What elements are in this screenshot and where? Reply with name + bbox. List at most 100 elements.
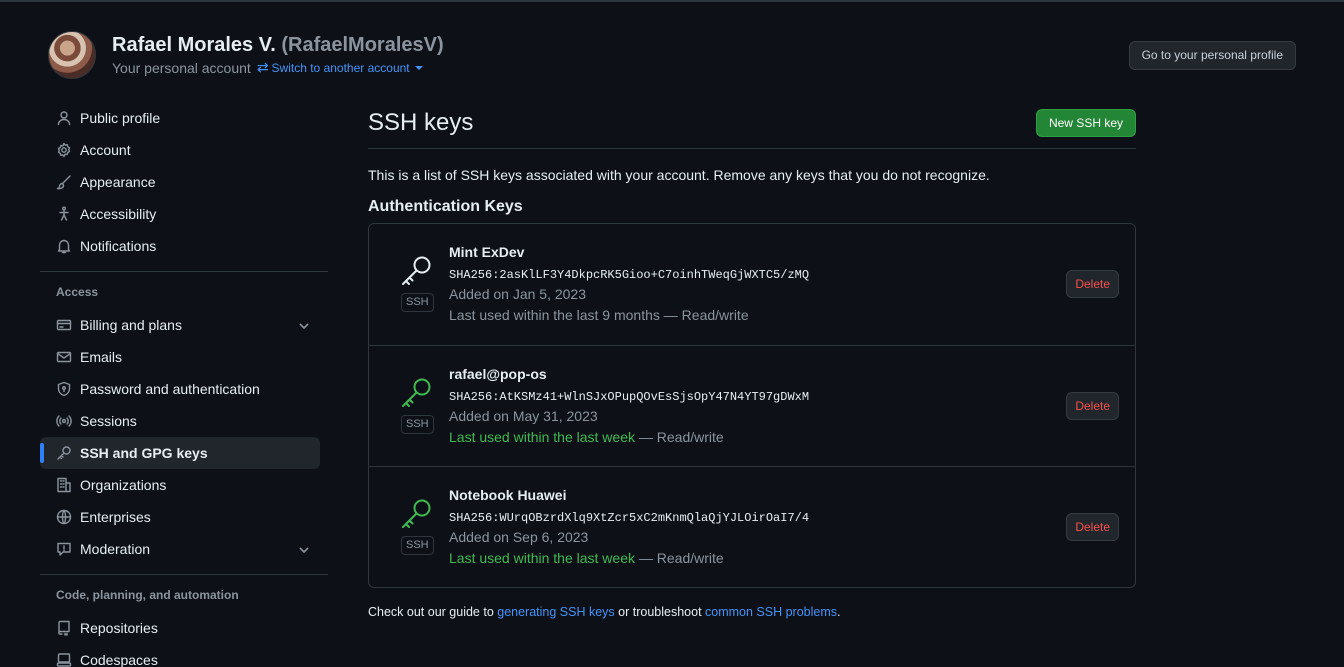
sidebar-item-enterprises[interactable]: Enterprises — [40, 501, 328, 533]
sidebar-item-billing[interactable]: Billing and plans — [40, 309, 328, 341]
broadcast-icon — [56, 413, 72, 429]
sidebar-item-label: Sessions — [80, 413, 137, 429]
sidebar-item-label: Accessibility — [80, 206, 157, 222]
new-ssh-key-button[interactable]: New SSH key — [1035, 109, 1136, 137]
switch-account-label: Switch to another account — [271, 60, 410, 75]
sidebar-divider — [40, 574, 328, 575]
title-divider — [368, 148, 1136, 149]
settings-sidebar: Public profile Account Appearance Access… — [40, 102, 328, 667]
user-full-name: Rafael Morales V. — [112, 34, 276, 56]
shield-lock-icon — [56, 381, 72, 397]
delete-key-button[interactable]: Delete — [1066, 392, 1119, 420]
sidebar-item-accessibility[interactable]: Accessibility — [40, 198, 328, 230]
sidebar-item-label: Repositories — [80, 620, 158, 636]
key-fingerprint: SHA256:2asKlLF3Y4DkpcRK5Gioo+C7oinhTWeqG… — [449, 268, 810, 282]
sidebar-item-moderation[interactable]: Moderation — [40, 533, 328, 565]
sidebar-item-label: Emails — [80, 349, 123, 365]
go-to-profile-button[interactable]: Go to your personal profile — [1128, 41, 1296, 70]
sidebar-item-repositories[interactable]: Repositories — [40, 612, 328, 644]
common-ssh-problems-link[interactable]: common SSH problems — [705, 605, 837, 619]
account-header: Rafael Morales V. (RafaelMoralesV) Your … — [48, 31, 1296, 81]
key-fingerprint: SHA256:AtKSMz41+WlnSJxOPupQOvEsSjsOpY47N… — [449, 390, 810, 404]
sidebar-divider — [40, 271, 328, 272]
sidebar-item-ssh-gpg-keys[interactable]: SSH and GPG keys — [40, 437, 320, 469]
account-type-label: Your personal account — [112, 59, 251, 76]
globe-icon — [56, 509, 72, 525]
mail-icon — [56, 349, 72, 365]
sidebar-item-label: Enterprises — [80, 509, 151, 525]
access-level: — Read/write — [635, 550, 724, 566]
bell-icon — [56, 238, 72, 254]
generating-ssh-keys-link[interactable]: generating SSH keys — [497, 605, 614, 619]
key-glyph — [402, 378, 431, 407]
accessibility-icon — [56, 206, 72, 222]
help-text-mid: or troubleshoot — [614, 605, 706, 619]
last-used-text: Last used within the last 9 months — [449, 307, 660, 323]
ssh-keys-panel: SSH keys New SSH key This is a list of S… — [368, 106, 1136, 619]
sidebar-item-public-profile[interactable]: Public profile — [40, 102, 328, 134]
codespaces-icon — [56, 652, 72, 667]
report-icon — [56, 541, 72, 557]
key-last-used: Last used within the last 9 months — Rea… — [449, 307, 749, 323]
key-glyph — [402, 256, 431, 285]
sidebar-item-label: Codespaces — [80, 652, 158, 667]
delete-key-button[interactable]: Delete — [1066, 270, 1119, 298]
key-last-used: Last used within the last week — Read/wr… — [449, 550, 724, 566]
sidebar-item-label: Public profile — [80, 110, 161, 126]
key-added-date: Added on Jan 5, 2023 — [449, 286, 587, 302]
ssh-key-list: SSH Mint ExDev SHA256:2asKlLF3Y4DkpcRK5G… — [368, 223, 1136, 588]
sidebar-item-emails[interactable]: Emails — [40, 341, 328, 373]
sidebar-item-label: Notifications — [80, 238, 157, 254]
sidebar-item-codespaces[interactable]: Codespaces — [40, 644, 328, 667]
key-title: Mint ExDev — [449, 244, 525, 260]
ssh-help-note: Check out our guide to generating SSH ke… — [368, 605, 1136, 619]
key-last-used: Last used within the last week — Read/wr… — [449, 429, 724, 445]
key-fingerprint: SHA256:WUrqOBzrdXlq9XtZcr5xC2mKnmQlaQjYJ… — [449, 511, 810, 525]
ssh-key-row: SSH Mint ExDev SHA256:2asKlLF3Y4DkpcRK5G… — [369, 224, 1135, 345]
sidebar-item-label: Appearance — [80, 174, 156, 190]
key-title: Notebook Huawei — [449, 487, 567, 503]
switch-account-link[interactable]: ⇄ Switch to another account — [257, 59, 423, 76]
ssh-type-badge: SSH — [401, 293, 434, 312]
sidebar-item-organizations[interactable]: Organizations — [40, 469, 328, 501]
sidebar-item-label: Password and authentication — [80, 381, 260, 397]
chevron-down-icon[interactable] — [298, 319, 310, 335]
last-used-text: Last used within the last week — [449, 429, 635, 445]
paintbrush-icon — [56, 174, 72, 190]
intro-text: This is a list of SSH keys associated wi… — [368, 167, 990, 183]
ssh-key-row: SSH Notebook Huawei SHA256:WUrqOBzrdXlq9… — [369, 466, 1135, 587]
gear-icon — [56, 142, 72, 158]
ssh-type-badge: SSH — [401, 536, 434, 555]
arrow-switch-icon: ⇄ — [256, 59, 269, 75]
chevron-down-icon[interactable] — [298, 543, 310, 559]
organization-icon — [56, 477, 72, 493]
sidebar-item-appearance[interactable]: Appearance — [40, 166, 328, 198]
sidebar-item-sessions[interactable]: Sessions — [40, 405, 328, 437]
user-display-name: Rafael Morales V. (RafaelMoralesV) — [112, 34, 444, 57]
key-glyph — [402, 499, 431, 528]
sidebar-item-label: Account — [80, 142, 131, 158]
access-level: — Read/write — [659, 307, 749, 323]
sidebar-section-code: Code, planning, and automation — [56, 588, 239, 602]
sidebar-item-notifications[interactable]: Notifications — [40, 230, 328, 262]
key-added-date: Added on May 31, 2023 — [449, 408, 598, 424]
ssh-type-badge: SSH — [401, 415, 434, 434]
key-icon — [400, 254, 434, 288]
repo-icon — [56, 620, 72, 636]
page-title: SSH keys — [368, 109, 474, 136]
help-text-post: . — [837, 605, 841, 619]
sidebar-item-password[interactable]: Password and authentication — [40, 373, 328, 405]
key-added-date: Added on Sep 6, 2023 — [449, 529, 589, 545]
ssh-key-row: SSH rafael@pop-os SHA256:AtKSMz41+WlnSJx… — [369, 345, 1135, 466]
avatar[interactable] — [48, 31, 96, 79]
key-icon — [400, 497, 434, 531]
sidebar-item-label: Billing and plans — [80, 317, 182, 333]
delete-key-button[interactable]: Delete — [1066, 513, 1119, 541]
account-subtitle: Your personal account ⇄ Switch to anothe… — [112, 59, 423, 76]
top-border — [0, 0, 1344, 2]
sidebar-item-label: Organizations — [80, 477, 167, 493]
sidebar-item-account[interactable]: Account — [40, 134, 328, 166]
key-icon — [400, 376, 434, 410]
credit-card-icon — [56, 317, 72, 333]
person-icon — [56, 110, 72, 126]
